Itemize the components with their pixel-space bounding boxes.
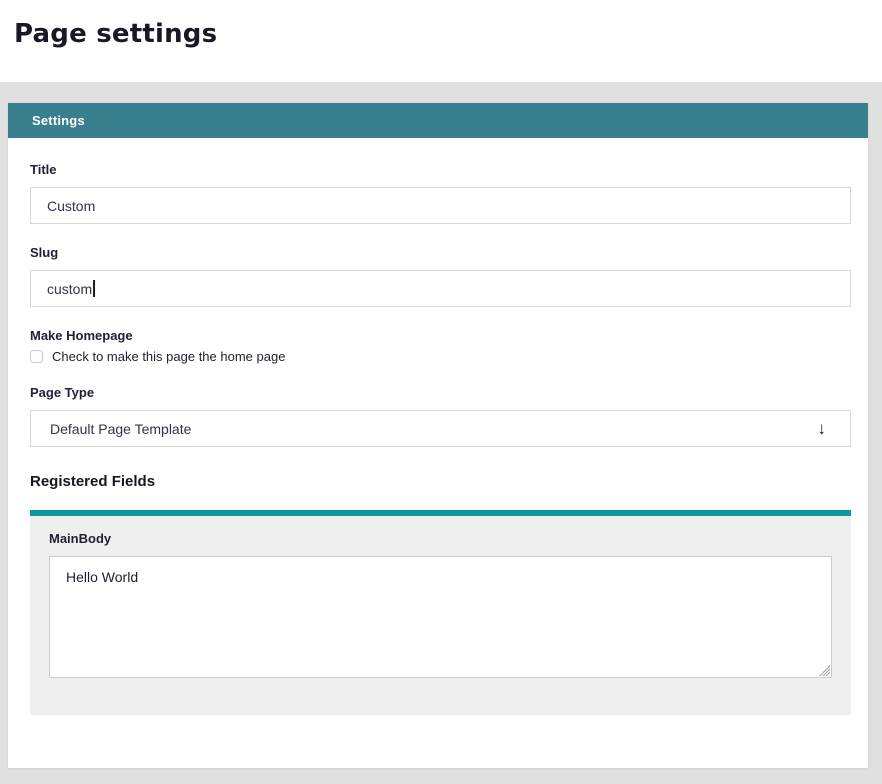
mainbody-textarea[interactable]: Hello World: [49, 556, 832, 678]
page-type-select-value: Default Page Template: [50, 421, 191, 437]
homepage-checkbox-label: Check to make this page the home page: [52, 349, 285, 364]
dropdown-arrow-icon: ↓: [818, 420, 827, 437]
slug-field: Slug custom: [30, 245, 851, 307]
settings-card-header-title: Settings: [32, 113, 85, 128]
homepage-label: Make Homepage: [30, 328, 851, 343]
slug-label: Slug: [30, 245, 851, 260]
mainbody-label: MainBody: [49, 531, 832, 546]
slug-input-value: custom: [47, 281, 92, 297]
slug-input[interactable]: custom: [30, 270, 851, 307]
workspace: Settings Title Slug custom Make Homepage: [0, 82, 882, 784]
settings-card: Settings Title Slug custom Make Homepage: [8, 103, 868, 768]
homepage-field: Make Homepage Check to make this page th…: [30, 328, 851, 364]
registered-fields-heading: Registered Fields: [30, 473, 851, 490]
title-label: Title: [30, 162, 851, 177]
settings-card-header: Settings: [8, 103, 868, 138]
page-header: Page settings: [0, 0, 882, 82]
settings-card-body: Title Slug custom Make Homepage Check to…: [8, 138, 868, 715]
page-title: Page settings: [14, 14, 882, 54]
homepage-checkbox[interactable]: [30, 350, 43, 363]
title-input[interactable]: [30, 187, 851, 224]
page-type-label: Page Type: [30, 385, 851, 400]
homepage-checkbox-row: Check to make this page the home page: [30, 349, 851, 364]
text-caret: [93, 280, 95, 297]
page-type-select[interactable]: Default Page Template ↓: [30, 410, 851, 447]
registered-fields-panel: MainBody Hello World: [30, 516, 851, 715]
page-type-field: Page Type Default Page Template ↓: [30, 385, 851, 447]
title-field: Title: [30, 162, 851, 224]
mainbody-textarea-wrap: Hello World: [49, 556, 832, 678]
